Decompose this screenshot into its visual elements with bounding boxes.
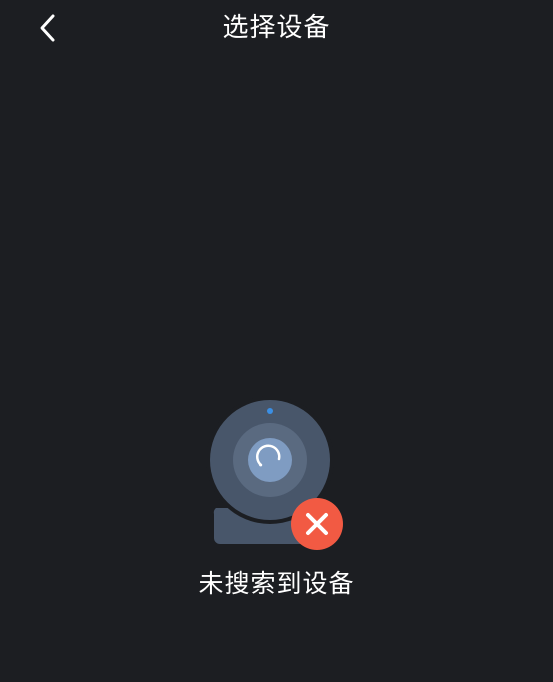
page-title: 选择设备: [222, 13, 331, 43]
empty-message: 未搜索到设备: [198, 569, 355, 598]
header-bar: 选择设备: [0, 0, 553, 56]
webcam-icon: [206, 396, 343, 550]
